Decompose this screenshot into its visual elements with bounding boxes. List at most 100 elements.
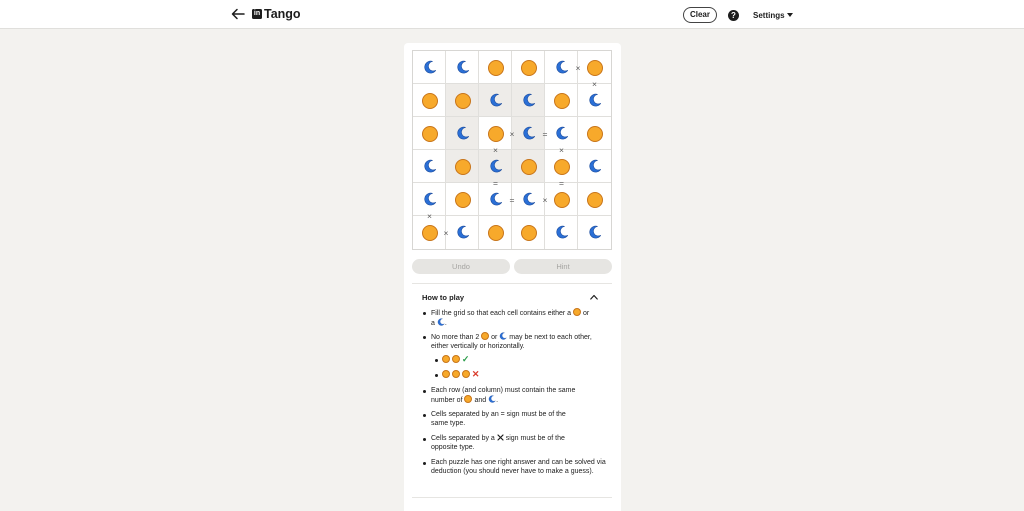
sun-icon bbox=[464, 395, 473, 403]
moon-icon bbox=[556, 60, 569, 74]
board-cell[interactable] bbox=[545, 216, 579, 250]
moon-icon bbox=[424, 192, 437, 206]
sun-icon bbox=[451, 370, 460, 378]
board-cell[interactable] bbox=[446, 150, 480, 184]
equal-sign: = bbox=[509, 194, 515, 205]
sun-icon bbox=[586, 59, 603, 76]
equal-sign: = bbox=[542, 128, 548, 139]
sun-icon bbox=[454, 191, 471, 208]
sun-icon bbox=[487, 125, 504, 142]
sun-icon bbox=[520, 59, 537, 76]
sun-icon bbox=[553, 158, 570, 175]
board-cell[interactable] bbox=[479, 84, 513, 118]
sun-icon bbox=[481, 332, 490, 340]
moon-icon bbox=[490, 159, 503, 173]
moon-icon bbox=[556, 225, 569, 239]
sun-icon bbox=[421, 125, 438, 142]
bullet bbox=[423, 336, 426, 339]
back-arrow-icon[interactable] bbox=[230, 6, 246, 22]
moon-icon bbox=[589, 93, 602, 107]
cross-sign-icon: × bbox=[575, 62, 581, 73]
moon-icon bbox=[589, 159, 602, 173]
page-title: Tango bbox=[264, 7, 301, 21]
moon-icon bbox=[523, 192, 536, 206]
moon-icon bbox=[490, 192, 503, 206]
example-invalid: ✕ bbox=[442, 370, 617, 380]
sun-icon bbox=[553, 92, 570, 109]
equal-sign: = bbox=[559, 178, 564, 188]
rule-balance: Each row (and column) must contain the s… bbox=[431, 387, 576, 404]
sun-icon bbox=[461, 370, 470, 378]
moon-icon bbox=[500, 332, 507, 340]
divider bbox=[412, 497, 612, 498]
cross-sign-icon: × bbox=[559, 145, 564, 155]
sun-icon bbox=[487, 224, 504, 241]
board-cell[interactable] bbox=[512, 51, 546, 85]
check-icon: ✓ bbox=[461, 354, 470, 364]
board-cell[interactable] bbox=[446, 117, 480, 151]
sun-icon bbox=[487, 59, 504, 76]
board-cell[interactable] bbox=[512, 216, 546, 250]
moon-icon bbox=[556, 126, 569, 140]
board-cell[interactable] bbox=[413, 84, 447, 118]
chevron-down-icon[interactable] bbox=[787, 13, 793, 17]
board-cell[interactable] bbox=[446, 183, 480, 217]
moon-icon bbox=[424, 60, 437, 74]
hint-button[interactable]: Hint bbox=[514, 259, 612, 274]
board-cell[interactable] bbox=[578, 216, 612, 250]
board-cell[interactable] bbox=[512, 84, 546, 118]
board-cell[interactable] bbox=[512, 150, 546, 184]
rule-adjacency: No more than 2 or may be next to each ot… bbox=[431, 332, 592, 350]
sun-icon bbox=[421, 92, 438, 109]
sun-icon bbox=[520, 224, 537, 241]
board-cell[interactable] bbox=[413, 51, 447, 85]
clear-button[interactable]: Clear bbox=[683, 7, 717, 23]
sun-icon bbox=[442, 355, 450, 363]
linkedin-logo-icon: in bbox=[252, 9, 262, 19]
sun-icon bbox=[520, 158, 537, 175]
undo-button[interactable]: Undo bbox=[412, 259, 510, 274]
top-bar: in Tango Clear ? Settings bbox=[0, 0, 1024, 29]
moon-icon bbox=[490, 93, 503, 107]
rule-fill-grid: Fill the grid so that each cell contains… bbox=[431, 308, 590, 327]
moon-icon bbox=[457, 225, 470, 239]
divider bbox=[412, 283, 612, 284]
cross-sign-icon: × bbox=[427, 211, 432, 221]
how-to-play-title: How to play bbox=[422, 293, 465, 302]
moon-icon bbox=[437, 318, 445, 326]
board-cell[interactable] bbox=[413, 150, 447, 184]
board-cell[interactable] bbox=[578, 183, 612, 217]
board-cell[interactable] bbox=[578, 150, 612, 184]
moon-icon bbox=[457, 126, 470, 140]
bullet bbox=[423, 390, 426, 393]
help-icon[interactable]: ? bbox=[728, 10, 739, 21]
cross-icon: ✕ bbox=[471, 369, 480, 379]
board-cell[interactable] bbox=[413, 117, 447, 151]
board-cell[interactable] bbox=[578, 117, 612, 151]
board-cell[interactable] bbox=[446, 84, 480, 118]
board-cell[interactable] bbox=[479, 51, 513, 85]
sun-icon bbox=[454, 92, 471, 109]
settings-menu[interactable]: Settings bbox=[753, 11, 785, 20]
moon-icon bbox=[488, 395, 496, 403]
rule-one-answer: Each puzzle has one right answer and can… bbox=[431, 459, 606, 475]
sun-icon bbox=[586, 125, 603, 142]
sun-icon bbox=[451, 355, 460, 363]
moon-icon bbox=[424, 159, 437, 173]
example-valid: ✓ bbox=[442, 355, 617, 365]
sun-icon bbox=[586, 191, 603, 208]
sun-icon bbox=[553, 191, 570, 208]
bullet bbox=[423, 462, 426, 465]
cross-sign-icon: × bbox=[493, 145, 498, 155]
board-cell[interactable] bbox=[479, 216, 513, 250]
cross-sign-icon: × bbox=[443, 227, 449, 238]
moon-icon bbox=[523, 93, 536, 107]
bullet bbox=[423, 312, 426, 315]
board-cell[interactable] bbox=[446, 51, 480, 85]
chevron-up-icon[interactable] bbox=[590, 294, 598, 300]
cross-sign-icon: × bbox=[542, 194, 548, 205]
bullet bbox=[423, 414, 426, 417]
cross-sign-icon: × bbox=[592, 79, 597, 89]
bullet bbox=[435, 359, 438, 362]
board-cell[interactable] bbox=[545, 84, 579, 118]
